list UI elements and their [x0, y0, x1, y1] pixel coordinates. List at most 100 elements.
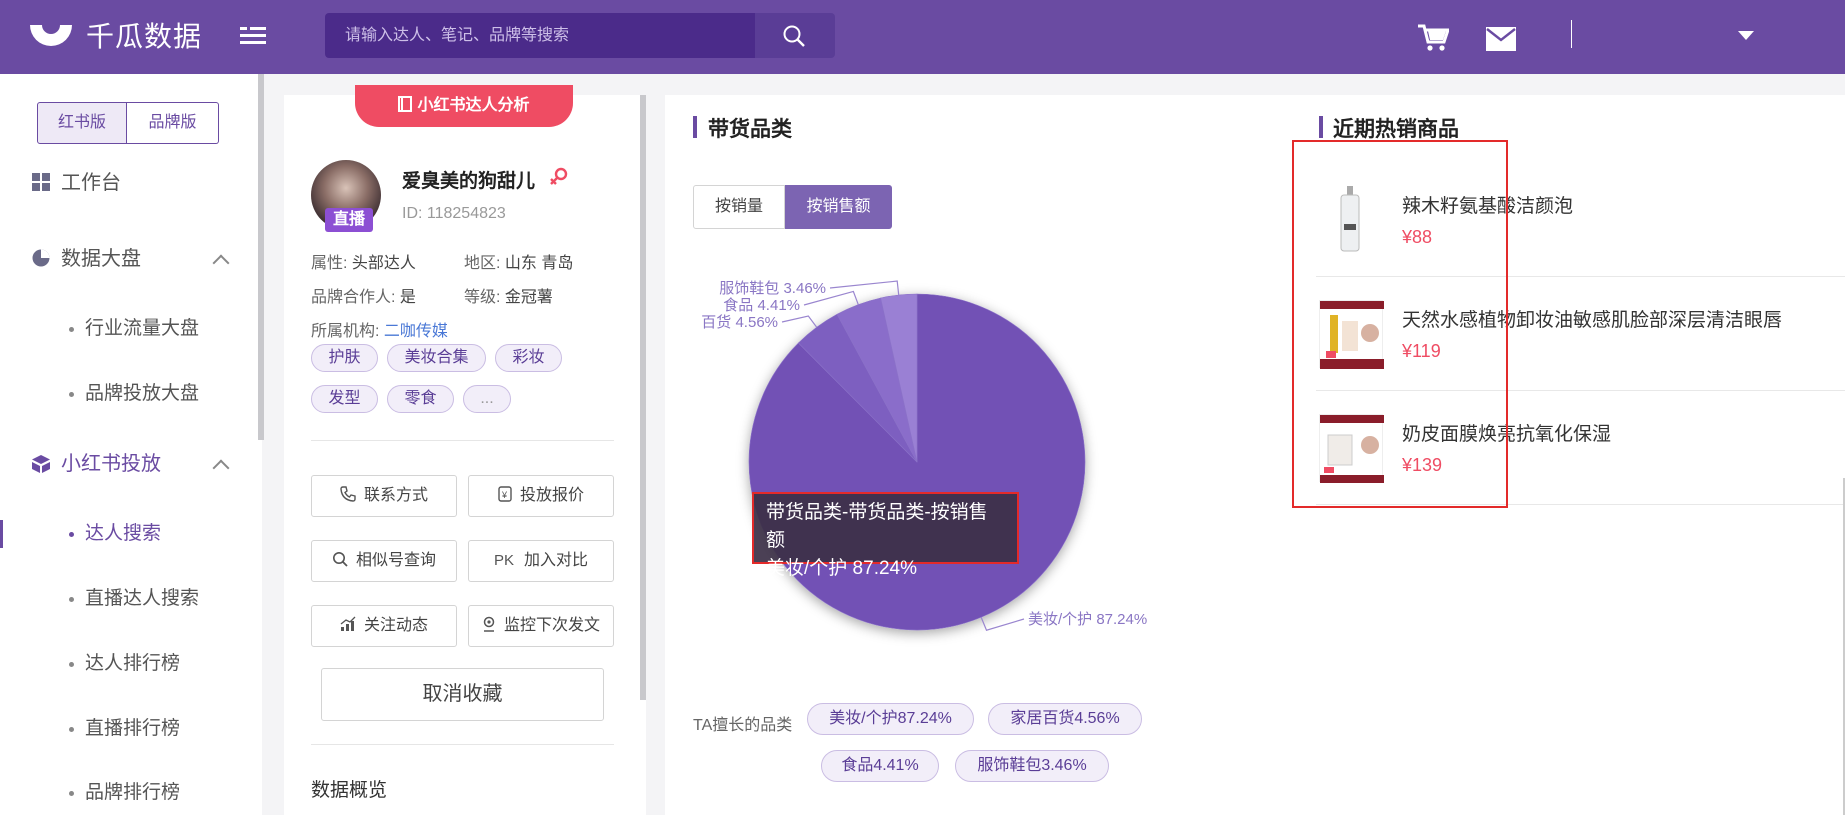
book-icon: [398, 96, 413, 112]
sidebar-scrollbar[interactable]: [258, 74, 264, 440]
brand-name[interactable]: 千瓜数据: [86, 18, 202, 56]
ta-tag-beauty[interactable]: 美妆/个护87.24%: [807, 703, 974, 735]
slice-label: 食品 4.41%: [723, 297, 800, 314]
section-marker: [1319, 116, 1323, 138]
level-field: 等级: 金冠薯: [464, 283, 553, 307]
partner-field: 品牌合作人: 是: [311, 283, 416, 307]
header-divider: [1571, 20, 1572, 48]
level-value: 金冠薯: [504, 289, 553, 306]
tab-red-version[interactable]: 红书版: [37, 102, 127, 144]
sidebar-item-influencer-search[interactable]: 达人搜索: [85, 520, 161, 548]
bullet-icon: [69, 791, 74, 796]
bullet-icon: [69, 727, 74, 732]
contact-button[interactable]: 联系方式: [311, 475, 457, 517]
tag-skincare[interactable]: 护肤: [311, 344, 378, 372]
monitor-button[interactable]: 监控下次发文: [468, 605, 614, 647]
leader-line: [781, 315, 818, 328]
tooltip-value: 美妆/个护 87.24%: [766, 558, 917, 579]
partner-label: 品牌合作人:: [311, 289, 400, 306]
partner-value: 是: [399, 289, 416, 306]
bullet-icon: [69, 662, 74, 667]
sidebar-item-xhs[interactable]: 小红书投放: [61, 450, 161, 478]
hot-products-title: 近期热销商品: [1333, 118, 1459, 141]
sidebar-item-data-board[interactable]: 数据大盘: [61, 245, 141, 273]
ta-tag-household[interactable]: 家居百货4.56%: [988, 703, 1142, 735]
tag-hairstyle[interactable]: 发型: [311, 385, 378, 413]
leader-line: [829, 280, 900, 296]
influencer-id: ID: 118254823: [402, 205, 506, 222]
contact-label: 联系方式: [363, 487, 428, 504]
category-pie-chart[interactable]: 美妆/个护 87.24% 百货 4.56%食品 4.41%服饰鞋包 3.46%: [680, 265, 1220, 665]
quote-button[interactable]: ¥ 投放报价: [468, 475, 614, 517]
quote-label: 投放报价: [519, 487, 584, 504]
search-icon: [783, 25, 805, 47]
sidebar-item-brand-rank[interactable]: 品牌排行榜: [85, 779, 180, 807]
phone-icon: [340, 486, 356, 502]
ta-tag-apparel[interactable]: 服饰鞋包3.46%: [955, 750, 1109, 782]
dashboard-icon: [32, 173, 50, 191]
agency-link[interactable]: 二咖传媒: [384, 323, 448, 340]
sidebar-item-brand-board[interactable]: 品牌投放大盘: [85, 380, 199, 408]
live-badge: 直播: [325, 208, 373, 232]
follow-updates-label: 关注动态: [363, 617, 428, 634]
highlight-box: [1292, 140, 1508, 508]
tag-snacks[interactable]: 零食: [387, 385, 454, 413]
sidebar-item-workbench[interactable]: 工作台: [61, 169, 121, 197]
compare-label: 加入对比: [524, 552, 589, 569]
agency-label: 所属机构:: [311, 323, 384, 340]
region-field: 地区: 山东 青岛: [464, 249, 573, 273]
region-value: 山东 青岛: [504, 255, 574, 272]
category-title: 带货品类: [708, 118, 792, 141]
mail-icon[interactable]: [1486, 27, 1516, 51]
female-icon: [550, 167, 568, 185]
user-dropdown-icon[interactable]: [1738, 31, 1754, 40]
attr-label: 属性:: [311, 255, 352, 272]
search-icon: [332, 552, 348, 567]
bullet-icon: [69, 532, 74, 537]
search-input[interactable]: [325, 13, 755, 58]
tag-cosmetics[interactable]: 彩妆: [495, 344, 562, 372]
search-button[interactable]: [755, 13, 835, 58]
section-marker: [693, 116, 697, 138]
monitor-label: 监控下次发文: [503, 617, 600, 634]
follow-updates-button[interactable]: 关注动态: [311, 605, 457, 647]
xhs-analysis-banner[interactable]: 小红书达人分析: [355, 85, 573, 127]
sidebar-item-industry-flow[interactable]: 行业流量大盘: [85, 315, 199, 343]
compare-button[interactable]: PK 加入对比: [468, 540, 614, 582]
pie-chart-icon: [32, 249, 50, 267]
sidebar-item-influencer-rank[interactable]: 达人排行榜: [85, 650, 180, 678]
slice-label: 服饰鞋包 3.46%: [719, 280, 826, 297]
slice-label: 百货 4.56%: [701, 314, 778, 331]
tag-makeup-collection[interactable]: 美妆合集: [387, 344, 486, 372]
tab-brand-version[interactable]: 品牌版: [127, 102, 219, 144]
logo-icon[interactable]: [26, 17, 76, 57]
influencer-name: 爱臭美的狗甜儿: [402, 171, 536, 192]
mode-by-amount-button[interactable]: 按销售额: [785, 185, 892, 229]
attr-field: 属性: 头部达人: [311, 249, 416, 273]
similar-search-label: 相似号查询: [355, 552, 436, 569]
sidebar-item-live-rank[interactable]: 直播排行榜: [85, 715, 180, 743]
agency-field: 所属机构: 二咖传媒: [311, 317, 448, 341]
pk-icon: PK: [493, 552, 514, 569]
cart-icon[interactable]: [1417, 22, 1449, 52]
leader-line: [980, 617, 1025, 631]
unfavorite-button[interactable]: 取消收藏: [321, 668, 604, 721]
sidebar-item-live-search[interactable]: 直播达人搜索: [85, 585, 199, 613]
slice-label: 美妆/个护 87.24%: [1028, 611, 1147, 628]
bullet-icon: [69, 392, 74, 397]
top-header: [0, 0, 1845, 74]
tooltip-title: 带货品类-带货品类-按销售额: [766, 502, 988, 551]
tag-more[interactable]: ...: [463, 385, 511, 413]
divider: [311, 440, 614, 441]
similar-search-button[interactable]: 相似号查询: [311, 540, 457, 582]
ta-tag-food[interactable]: 食品4.41%: [821, 750, 939, 782]
level-label: 等级:: [464, 289, 505, 306]
bullet-icon: [69, 327, 74, 332]
cube-icon: [32, 455, 50, 473]
menu-toggle-icon[interactable]: [240, 24, 266, 48]
active-indicator: [0, 520, 3, 548]
location-pin-icon: [483, 616, 495, 632]
divider: [311, 744, 614, 745]
profile-scrollbar[interactable]: [640, 95, 646, 700]
mode-by-volume-button[interactable]: 按销量: [693, 185, 785, 229]
